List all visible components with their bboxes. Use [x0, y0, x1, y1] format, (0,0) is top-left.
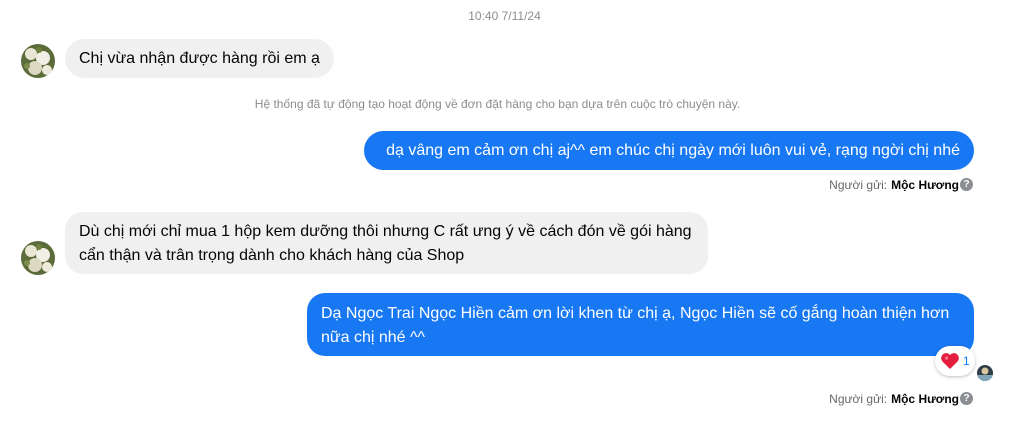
- message-text: Dạ Ngọc Trai Ngọc Hiền cảm ơn lời khen t…: [321, 305, 950, 346]
- message-text: dạ vâng em cảm ơn chị aj^^ em chúc chị n…: [386, 142, 960, 159]
- message-reaction[interactable]: 1: [935, 346, 975, 376]
- system-notice: Hệ thống đã tự động tạo hoạt động về đơn…: [254, 97, 741, 111]
- sender-label: Người gửi:: [829, 392, 888, 406]
- sender-info: Người gửi: Mộc Hương: [829, 392, 959, 406]
- message-timestamp: 10:40 7/11/24: [468, 9, 541, 23]
- help-icon[interactable]: ?: [960, 392, 973, 405]
- outgoing-message-bubble[interactable]: Dạ Ngọc Trai Ngọc Hiền cảm ơn lời khen t…: [307, 293, 974, 356]
- message-text: Dù chị mới chỉ mua 1 hộp kem dưỡng thôi …: [79, 223, 692, 264]
- sender-label: Người gửi:: [829, 178, 888, 192]
- message-text: Chị vừa nhận được hàng rồi em ạ: [79, 50, 320, 67]
- outgoing-message-bubble[interactable]: dạ vâng em cảm ơn chị aj^^ em chúc chị n…: [364, 131, 974, 170]
- incoming-message-bubble[interactable]: Chị vừa nhận được hàng rồi em ạ: [65, 39, 334, 78]
- contact-avatar[interactable]: [21, 44, 55, 78]
- reaction-count: 1: [963, 354, 970, 368]
- heart-icon: [940, 352, 960, 370]
- sender-info: Người gửi: Mộc Hương: [829, 178, 959, 192]
- help-icon[interactable]: ?: [960, 178, 973, 191]
- sender-name: Mộc Hương: [891, 178, 959, 192]
- incoming-message-bubble[interactable]: Dù chị mới chỉ mua 1 hộp kem dưỡng thôi …: [65, 212, 708, 274]
- sender-name: Mộc Hương: [891, 392, 959, 406]
- read-receipt-avatar: [977, 365, 993, 381]
- contact-avatar[interactable]: [21, 241, 55, 275]
- chat-thread: 10:40 7/11/24 Chị vừa nhận được hàng rồi…: [0, 0, 1009, 425]
